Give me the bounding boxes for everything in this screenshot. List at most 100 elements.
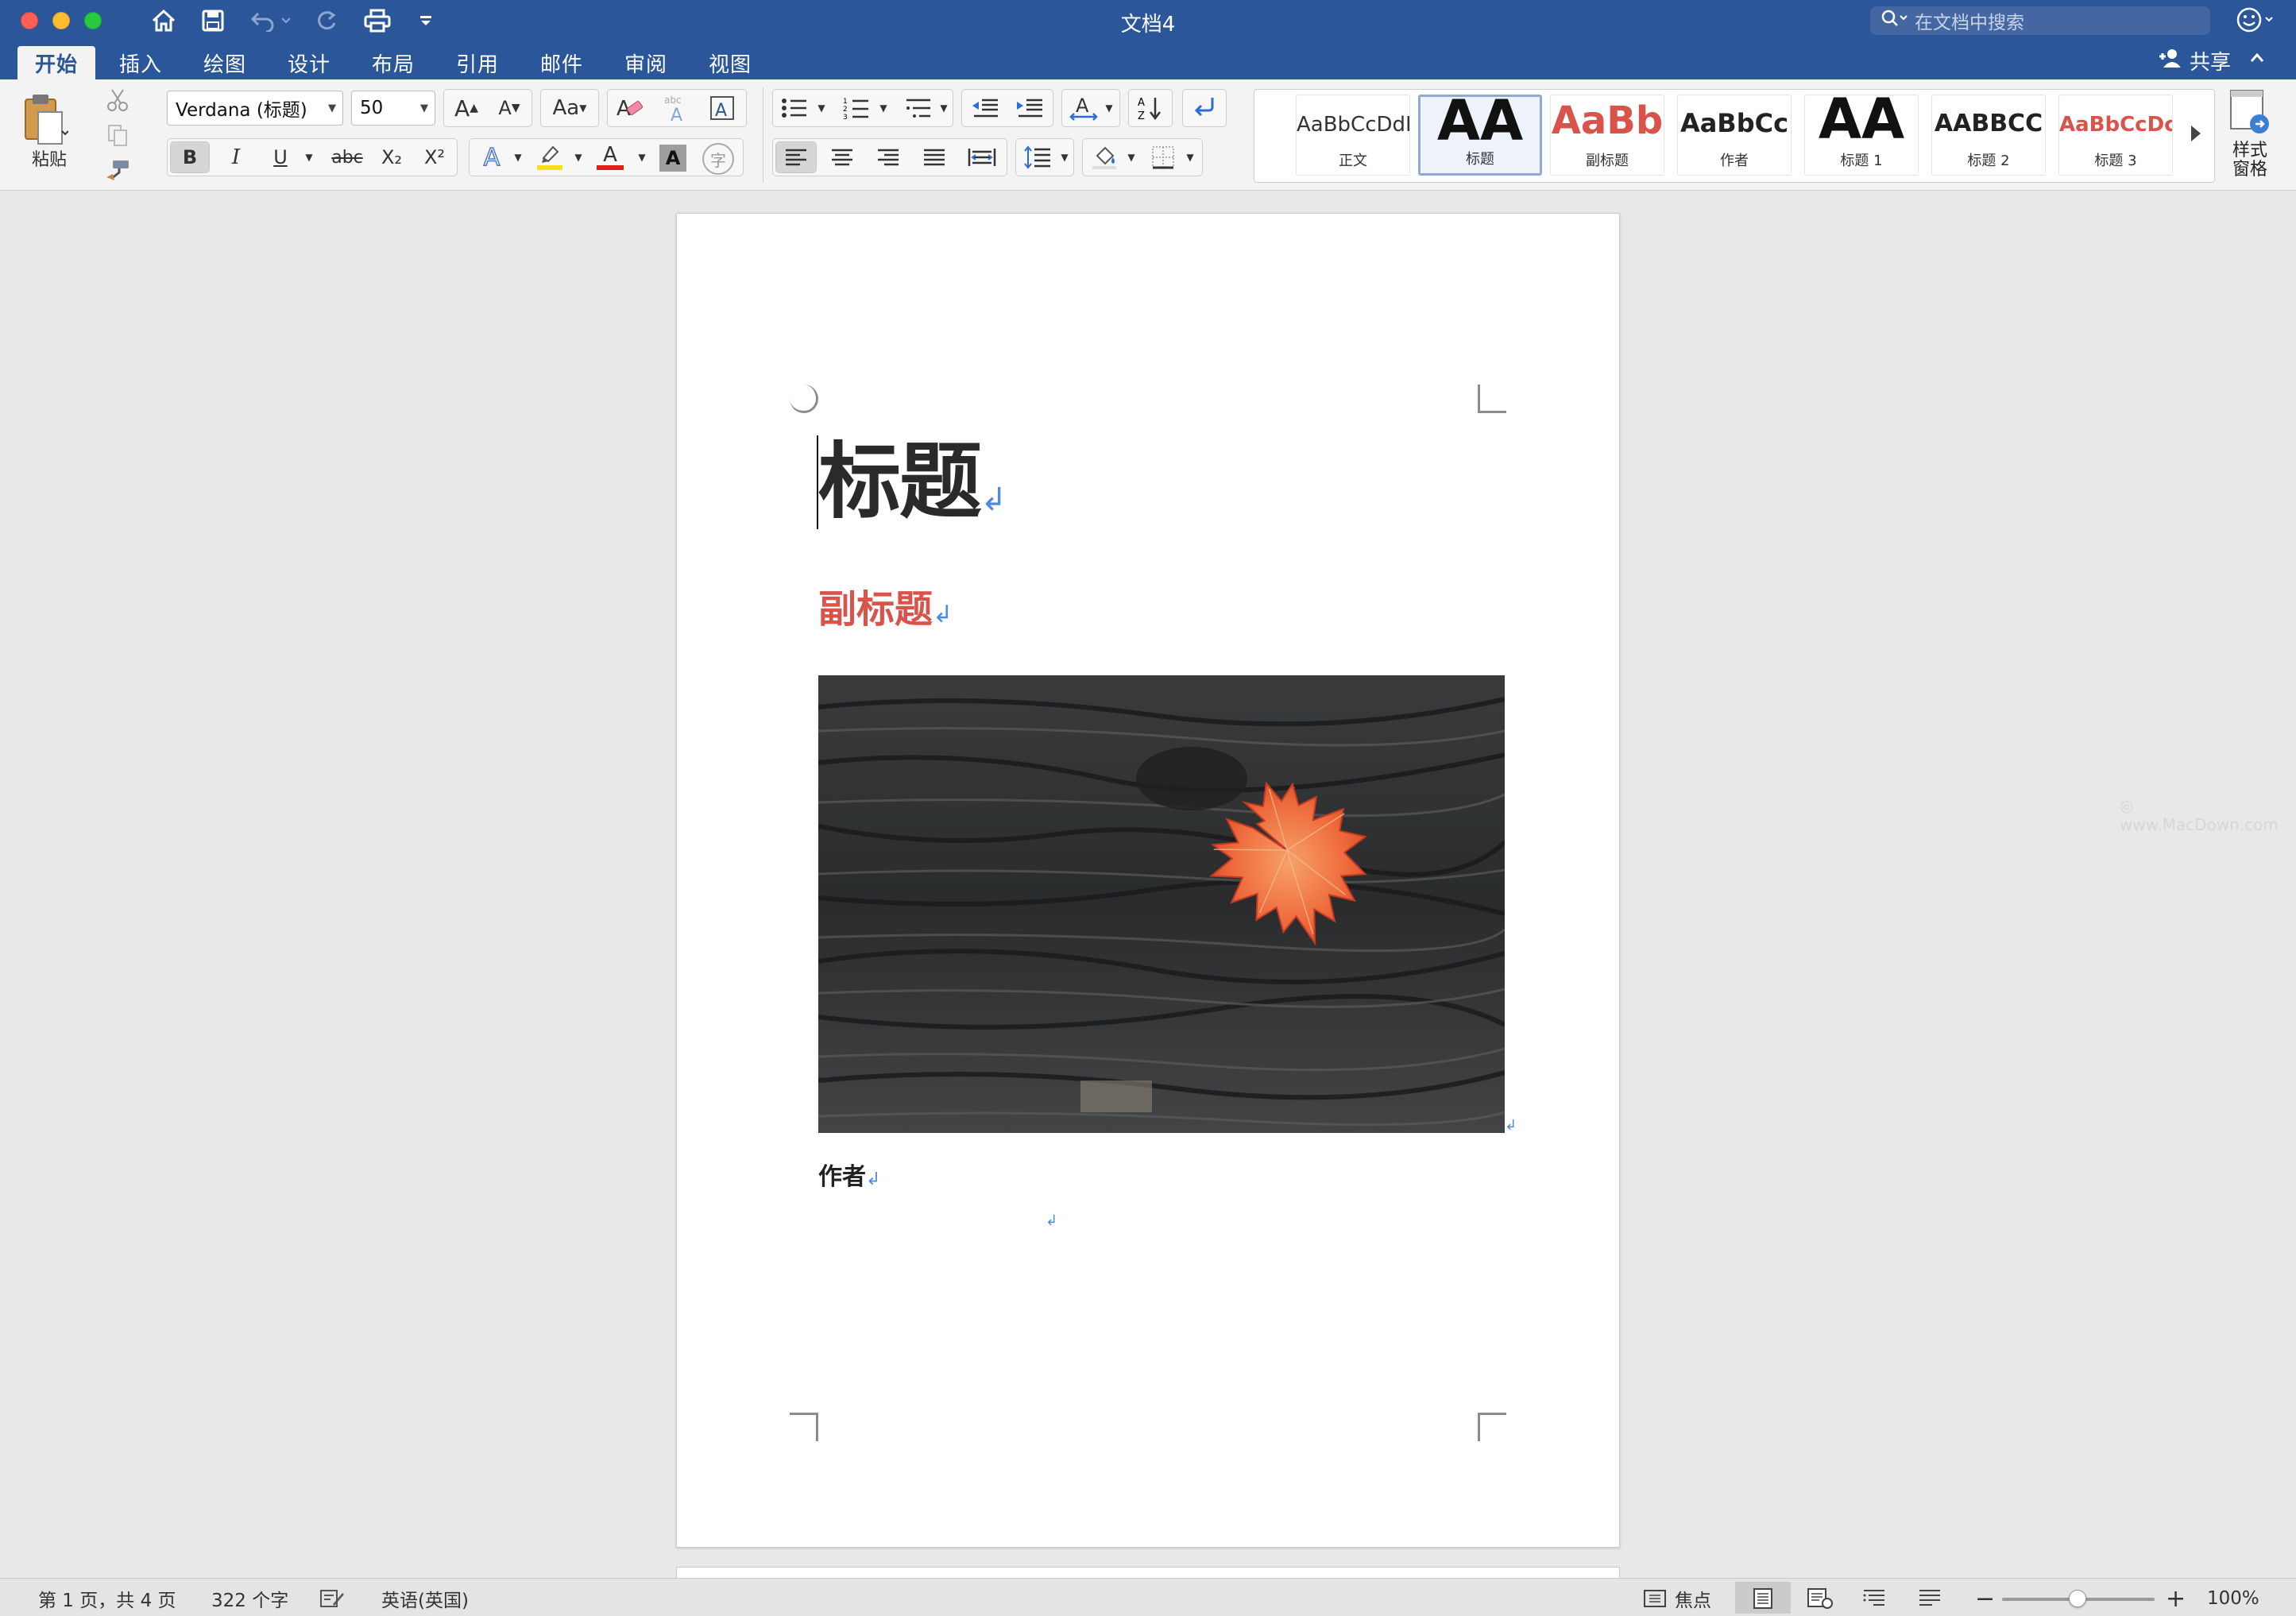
text-direction-chevron-down-icon[interactable]: ▼	[1101, 92, 1117, 124]
tab-layout[interactable]: 布局	[354, 46, 432, 79]
search-input[interactable]: 在文档中搜索	[1870, 6, 2210, 35]
style-title[interactable]: AA 标题	[1418, 95, 1542, 176]
align-left-icon[interactable]	[775, 141, 817, 173]
character-border-icon[interactable]: A	[702, 92, 742, 124]
subscript-button[interactable]: X₂	[372, 141, 412, 173]
collapse-ribbon-chevron-up-icon[interactable]	[2248, 49, 2266, 70]
superscript-button[interactable]: X²	[415, 141, 454, 173]
shading-icon[interactable]	[1085, 141, 1123, 173]
distributed-icon[interactable]	[960, 141, 1004, 173]
cut-icon[interactable]	[102, 84, 133, 116]
style-name: 标题 3	[2094, 153, 2137, 169]
draft-view-icon[interactable]	[1918, 1587, 1942, 1610]
phonetic-guide-icon[interactable]: abc A	[656, 92, 696, 124]
page-count[interactable]: 第 1 页，共 4 页	[38, 1587, 176, 1611]
style-subtitle[interactable]: AaBb 副标题	[1550, 95, 1664, 176]
svg-text:A: A	[1076, 95, 1089, 117]
font-color-icon[interactable]: A	[591, 141, 629, 173]
numbering-chevron-down-icon[interactable]: ▼	[875, 92, 891, 124]
line-spacing-chevron-down-icon[interactable]: ▼	[1057, 141, 1073, 173]
change-case-icon[interactable]: Aa ▼	[543, 92, 596, 124]
web-layout-view-icon[interactable]	[1807, 1587, 1834, 1610]
style-heading-2[interactable]: AABBCC 标题 2	[1931, 95, 2046, 176]
tab-references[interactable]: 引用	[439, 46, 516, 79]
watermark: ◎ www.MacDown.com	[2120, 796, 2296, 834]
highlight-chevron-down-icon[interactable]: ▼	[570, 141, 586, 173]
strikethrough-button[interactable]: abc	[326, 141, 369, 173]
font-name-select[interactable]: Verdana (标题) ▼	[167, 91, 343, 126]
line-spacing-icon[interactable]	[1019, 141, 1057, 173]
bullets-icon[interactable]	[775, 92, 814, 124]
shrink-font-icon[interactable]: A ▼	[489, 92, 529, 124]
bullets-chevron-down-icon[interactable]: ▼	[814, 92, 829, 124]
tab-view[interactable]: 视图	[691, 46, 769, 79]
feedback-smiley-icon[interactable]	[2236, 6, 2275, 37]
text-effects-chevron-down-icon[interactable]: ▼	[510, 141, 526, 173]
justify-icon[interactable]	[914, 141, 955, 173]
character-shading-icon[interactable]: A	[659, 145, 686, 172]
align-center-icon[interactable]	[821, 141, 863, 173]
tab-home[interactable]: 开始	[17, 46, 96, 79]
language[interactable]: 英语(英国)	[381, 1587, 469, 1611]
tab-design[interactable]: 设计	[270, 46, 348, 79]
highlight-icon[interactable]	[531, 141, 569, 173]
style-heading-3[interactable]: AaBbCcDc 标题 3	[2058, 95, 2173, 176]
outline-view-icon[interactable]	[1862, 1587, 1886, 1610]
numbering-icon[interactable]: 123	[837, 92, 875, 124]
style-author[interactable]: AaBbCc 作者	[1677, 95, 1792, 176]
zoom-slider-thumb[interactable]	[2069, 1590, 2086, 1607]
align-right-icon[interactable]	[868, 141, 909, 173]
format-painter-icon[interactable]	[102, 154, 133, 186]
underline-button[interactable]: U	[261, 141, 300, 173]
style-heading-1[interactable]: AA 标题 1	[1804, 95, 1919, 176]
svg-text:A: A	[715, 101, 727, 121]
shading-chevron-down-icon[interactable]: ▼	[1123, 141, 1139, 173]
print-layout-view-icon[interactable]	[1751, 1587, 1775, 1610]
tab-mailings[interactable]: 邮件	[523, 46, 601, 79]
document-heading[interactable]: 标题↲	[818, 432, 1007, 549]
svg-text:3: 3	[843, 114, 848, 120]
text-effects-icon[interactable]: A	[472, 141, 512, 173]
styles-more-arrow-icon[interactable]	[2191, 126, 2201, 141]
enclose-characters-icon[interactable]: 字	[702, 143, 734, 175]
maple-leaf-photo[interactable]	[818, 675, 1505, 1133]
copy-icon[interactable]	[102, 119, 133, 151]
zoom-out-icon[interactable]: −	[1975, 1585, 1995, 1613]
bold-button[interactable]: B	[170, 141, 210, 173]
zoom-in-icon[interactable]: +	[2166, 1585, 2186, 1613]
font-name-value: Verdana (标题)	[176, 100, 307, 121]
focus-mode-button[interactable]: 焦点	[1643, 1587, 1711, 1611]
underline-chevron-down-icon[interactable]: ▼	[300, 141, 318, 173]
tab-review[interactable]: 审阅	[607, 46, 685, 79]
show-paragraph-marks-icon[interactable]	[1185, 92, 1223, 124]
document-author[interactable]: 作者↲	[818, 1160, 880, 1197]
document-subtitle[interactable]: 副标题↲	[818, 583, 953, 641]
search-placeholder: 在文档中搜索	[1915, 13, 2024, 33]
share-label: 共享	[2190, 50, 2232, 75]
zoom-level[interactable]: 100%	[2207, 1587, 2259, 1610]
sort-icon[interactable]: AZ	[1131, 92, 1169, 124]
margin-corner-mark	[1478, 385, 1506, 413]
style-preview: AaBbCcDdE	[1297, 113, 1409, 137]
clear-formatting-icon[interactable]: A	[610, 92, 650, 124]
paste-icon[interactable]	[17, 87, 72, 153]
grow-font-icon[interactable]: A ▲	[446, 92, 486, 124]
tab-insert[interactable]: 插入	[102, 46, 180, 79]
tab-draw[interactable]: 绘图	[186, 46, 264, 79]
borders-chevron-down-icon[interactable]: ▼	[1182, 141, 1198, 173]
font-color-chevron-down-icon[interactable]: ▼	[634, 141, 650, 173]
multilevel-list-icon[interactable]	[899, 92, 937, 124]
text-direction-icon[interactable]: A	[1065, 92, 1103, 124]
chevron-down-icon: ▼	[420, 102, 428, 114]
styles-pane-button[interactable]: 样式 窗格	[2218, 87, 2282, 188]
share-button[interactable]: 共享	[2158, 46, 2231, 75]
borders-icon[interactable]	[1144, 141, 1182, 173]
italic-button[interactable]: I	[216, 141, 256, 173]
decrease-indent-icon[interactable]	[964, 92, 1006, 124]
proofing-icon[interactable]	[319, 1587, 345, 1610]
multilevel-chevron-down-icon[interactable]: ▼	[936, 92, 952, 124]
font-size-select[interactable]: 50 ▼	[351, 91, 435, 126]
style-normal[interactable]: AaBbCcDdE 正文	[1296, 95, 1410, 176]
word-count[interactable]: 322 个字	[211, 1587, 288, 1611]
increase-indent-icon[interactable]	[1009, 92, 1050, 124]
